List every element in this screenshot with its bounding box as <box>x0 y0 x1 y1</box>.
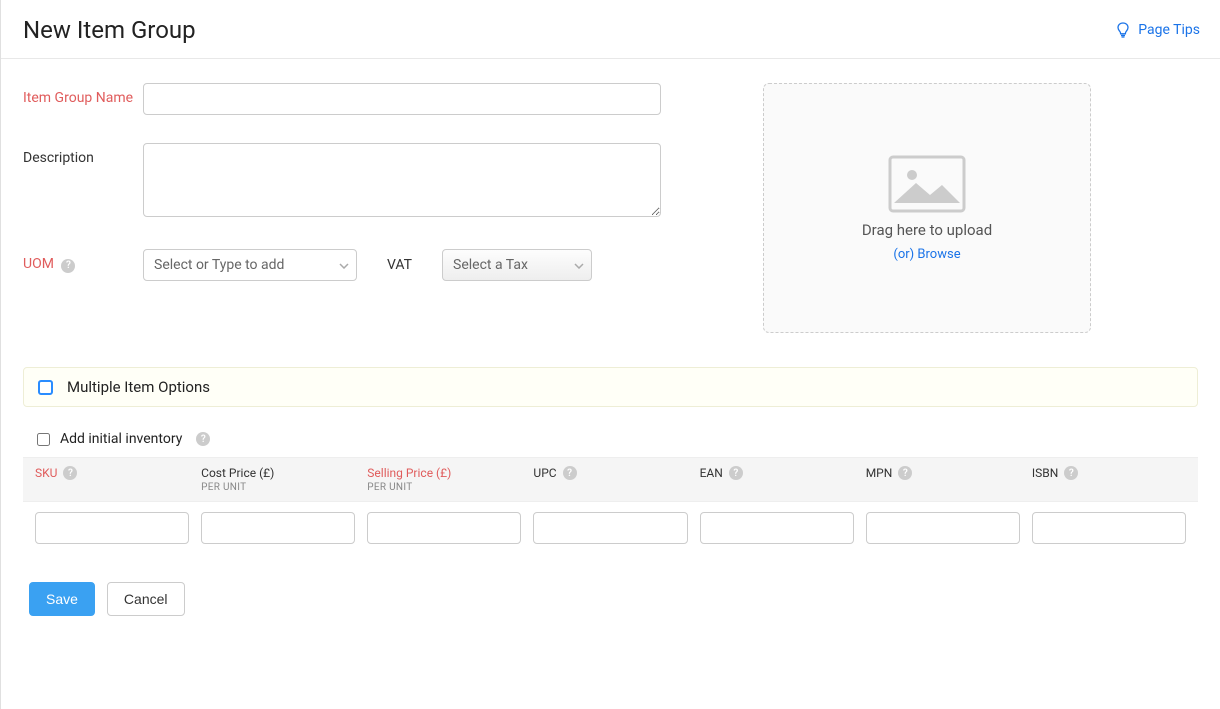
multiple-item-options-label: Multiple Item Options <box>67 378 210 396</box>
help-icon[interactable]: ? <box>1064 466 1078 480</box>
add-initial-inventory-checkbox[interactable] <box>37 433 50 446</box>
table-row <box>23 502 1198 554</box>
col-cost-sub: PER UNIT <box>201 482 355 493</box>
multiple-item-options-row: Multiple Item Options <box>23 367 1198 407</box>
col-selling-header: Selling Price (£) <box>367 466 521 480</box>
help-icon[interactable]: ? <box>563 466 577 480</box>
upload-main-text: Drag here to upload <box>862 221 992 239</box>
cost-price-input[interactable] <box>201 512 355 544</box>
page-title: New Item Group <box>23 16 196 44</box>
item-group-name-label: Item Group Name <box>23 83 143 109</box>
selling-price-input[interactable] <box>367 512 521 544</box>
cancel-button[interactable]: Cancel <box>107 582 185 616</box>
ean-input[interactable] <box>700 512 854 544</box>
description-label: Description <box>23 143 143 169</box>
col-upc-header: UPC ? <box>533 466 687 480</box>
table-header-row: SKU ? Cost Price (£) PER UNIT Selling Pr… <box>23 457 1198 502</box>
add-initial-inventory-label: Add initial inventory <box>60 431 182 447</box>
help-icon[interactable]: ? <box>196 432 210 446</box>
item-group-name-input[interactable] <box>143 83 661 115</box>
vat-label: VAT <box>381 257 418 273</box>
multiple-item-options-checkbox[interactable] <box>38 380 53 395</box>
col-isbn-header: ISBN ? <box>1032 466 1186 480</box>
col-sku-header: SKU ? <box>35 466 189 480</box>
isbn-input[interactable] <box>1032 512 1186 544</box>
col-ean-header: EAN ? <box>700 466 854 480</box>
help-icon[interactable]: ? <box>729 466 743 480</box>
mpn-input[interactable] <box>866 512 1020 544</box>
page-tips-link[interactable]: Page Tips <box>1116 22 1200 38</box>
col-selling-sub: PER UNIT <box>367 482 521 493</box>
image-upload-dropzone[interactable]: Drag here to upload (or) Browse <box>763 83 1091 333</box>
description-input[interactable] <box>143 143 661 217</box>
help-icon[interactable]: ? <box>61 259 75 273</box>
help-icon[interactable]: ? <box>898 466 912 480</box>
col-mpn-header: MPN ? <box>866 466 1020 480</box>
vat-select[interactable]: Select a Tax <box>442 249 592 281</box>
items-table: SKU ? Cost Price (£) PER UNIT Selling Pr… <box>23 457 1198 554</box>
uom-select[interactable]: Select or Type to add <box>143 249 357 281</box>
page-tips-label: Page Tips <box>1138 22 1200 38</box>
upc-input[interactable] <box>533 512 687 544</box>
col-cost-header: Cost Price (£) <box>201 466 355 480</box>
page-header: New Item Group Page Tips <box>1 0 1220 59</box>
sku-input[interactable] <box>35 512 189 544</box>
footer-actions: Save Cancel <box>1 554 1220 640</box>
save-button[interactable]: Save <box>29 582 95 616</box>
uom-label: UOM ? <box>23 249 143 275</box>
image-placeholder-icon <box>888 155 966 213</box>
upload-browse-link[interactable]: (or) Browse <box>893 247 960 262</box>
lightbulb-icon <box>1116 22 1130 38</box>
help-icon[interactable]: ? <box>63 466 77 480</box>
